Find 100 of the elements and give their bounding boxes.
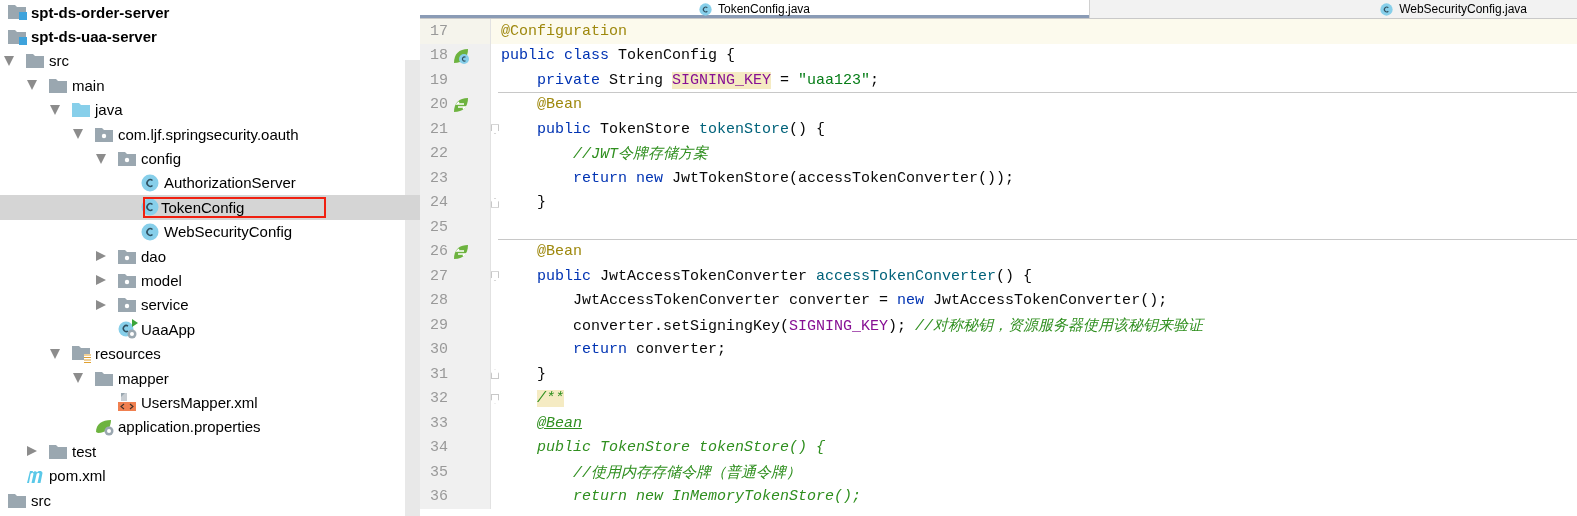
module-icon	[8, 3, 28, 22]
collapsed-arrow-icon[interactable]	[96, 275, 106, 286]
tree-item[interactable]: service	[0, 292, 420, 318]
line-number: 24	[429, 194, 449, 212]
tree-item[interactable]: pom.xml	[0, 463, 420, 488]
resources-folder-icon	[72, 344, 92, 363]
package-icon	[118, 297, 136, 313]
line-number: 26	[429, 243, 449, 261]
fold-marker-icon[interactable]	[491, 271, 499, 282]
tree-item[interactable]: application.properties	[0, 414, 420, 440]
class-icon	[141, 198, 159, 217]
fold-marker-icon[interactable]	[491, 124, 499, 135]
expanded-arrow-icon[interactable]	[4, 55, 14, 66]
expanded-arrow-icon[interactable]	[96, 153, 106, 164]
collapsed-arrow-icon[interactable]	[96, 251, 106, 262]
class-icon	[141, 173, 159, 192]
folder-icon	[8, 492, 26, 508]
tree-item[interactable]: UaaApp	[0, 317, 420, 342]
line-number: 28	[429, 292, 449, 310]
run-class-icon	[118, 319, 138, 340]
code-line: converter.setSigningKey(SIGNING_KEY); //对称秘钥，资源服务器使用该秘钥来验证	[572, 316, 1204, 335]
line-number: 22	[429, 145, 449, 163]
bean-icon[interactable]	[452, 242, 470, 261]
tree-item[interactable]: spt-ds-order-server	[0, 0, 420, 25]
tree-item[interactable]: spt-ds-uaa-server	[0, 24, 420, 49]
folder-icon	[49, 77, 67, 93]
fold-marker-icon[interactable]	[491, 369, 499, 380]
collapsed-arrow-icon[interactable]	[96, 299, 106, 310]
line-number: 29	[429, 316, 449, 334]
folder-icon	[72, 102, 90, 118]
tree-item[interactable]: WebSecurityConfig	[0, 219, 420, 244]
code-line: //JWT令牌存储方案	[572, 144, 709, 164]
expanded-arrow-icon[interactable]	[73, 373, 83, 384]
line-number: 17	[429, 22, 449, 40]
code-line: @Bean	[536, 96, 582, 114]
line-number: 25	[429, 218, 449, 236]
code-line: private String SIGNING_KEY = "uaa123";	[536, 71, 880, 89]
code-line: //使用内存存储令牌（普通令牌）	[572, 463, 801, 482]
line-number: 32	[429, 390, 449, 408]
code-line: public TokenStore tokenStore() {	[536, 120, 826, 138]
leaf-gear-icon	[95, 417, 115, 436]
code-line: @Bean	[536, 243, 582, 261]
line-number: 19	[429, 71, 449, 89]
code-line: @Bean	[536, 414, 583, 432]
folder-icon	[49, 443, 67, 459]
bean-class-icon[interactable]	[452, 46, 470, 65]
expanded-arrow-icon[interactable]	[27, 80, 37, 91]
tree-item[interactable]: test	[0, 439, 420, 464]
line-number: 23	[429, 169, 449, 187]
tree-item[interactable]: dao	[0, 243, 420, 269]
tree-item[interactable]: UsersMapper.xml	[0, 390, 420, 415]
line-number: 21	[429, 120, 449, 138]
expanded-arrow-icon[interactable]	[50, 348, 60, 359]
editor-tab[interactable]: TokenConfig.java	[420, 0, 1090, 18]
bean-icon[interactable]	[452, 95, 470, 114]
collapsed-arrow-icon[interactable]	[27, 446, 37, 457]
fold-marker-icon[interactable]	[491, 393, 499, 404]
line-number: 33	[429, 414, 449, 432]
folder-icon	[95, 370, 113, 386]
tree-item[interactable]: src	[0, 487, 420, 513]
class-icon	[141, 222, 159, 241]
code-line: JwtAccessTokenConverter converter = new JwtAccessTokenConverter();	[572, 292, 1168, 310]
code-line: @Configuration	[501, 22, 628, 40]
tree-item[interactable]: src	[0, 48, 420, 74]
tree-item[interactable]: com.ljf.springsecurity.oauth	[0, 121, 420, 147]
folder-icon	[26, 53, 44, 69]
line-number: 27	[429, 267, 449, 285]
code-line: public JwtAccessTokenConverter accessTokenConverter() {	[536, 267, 1033, 285]
tree-item[interactable]: mapper	[0, 365, 420, 391]
tree-item[interactable]: TokenConfig	[0, 195, 420, 220]
line-number: 35	[429, 463, 449, 481]
tree-item[interactable]: resources	[0, 341, 420, 366]
package-icon	[118, 151, 136, 167]
xml-file-icon	[118, 393, 136, 412]
line-number: 20	[429, 96, 449, 114]
expanded-arrow-icon[interactable]	[50, 104, 60, 115]
tree-item[interactable]: main	[0, 73, 420, 98]
module-icon	[8, 27, 28, 46]
tree-item[interactable]: java	[0, 97, 420, 122]
package-icon	[118, 248, 136, 264]
tree-item[interactable]: model	[0, 268, 420, 293]
code-line: }	[536, 194, 546, 212]
editor-tab[interactable]: WebSecurityConfig.java	[1090, 0, 1577, 18]
expanded-arrow-icon[interactable]	[73, 129, 83, 140]
fold-marker-icon[interactable]	[491, 197, 499, 208]
tree-item[interactable]: config	[0, 146, 420, 171]
code-line: return new InMemoryTokenStore();	[572, 488, 862, 506]
line-number: 34	[429, 439, 449, 457]
package-icon	[118, 273, 136, 288]
line-number: 31	[429, 365, 449, 383]
code-line: public class TokenConfig {	[501, 47, 736, 65]
scrollbar[interactable]	[405, 60, 420, 516]
code-line: return new JwtTokenStore(accessTokenConverter());	[572, 169, 1015, 187]
line-number: 36	[429, 488, 449, 506]
class-icon	[698, 2, 712, 16]
line-number: 18	[429, 47, 449, 65]
class-icon	[1380, 2, 1394, 16]
package-icon	[95, 126, 113, 142]
code-line: }	[536, 365, 546, 383]
tree-item[interactable]: AuthorizationServer	[0, 170, 420, 196]
